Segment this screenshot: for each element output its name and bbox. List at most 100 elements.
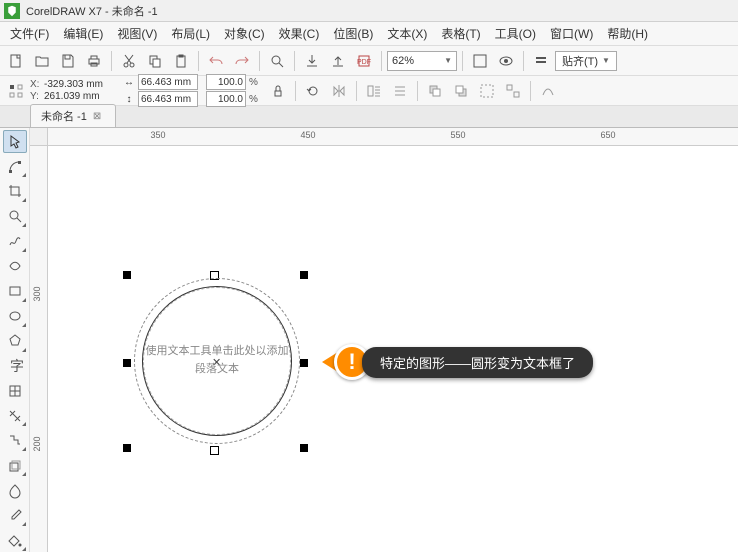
selection-handle[interactable] xyxy=(123,271,131,279)
cut-button[interactable] xyxy=(117,49,141,73)
shape-tool[interactable] xyxy=(3,155,27,178)
app-logo-icon xyxy=(4,3,20,19)
ellipse-tool[interactable] xyxy=(3,305,27,328)
menu-layout[interactable]: 布局(L) xyxy=(165,22,216,45)
fill-tool[interactable] xyxy=(3,529,27,552)
ruler-origin[interactable] xyxy=(30,128,48,146)
selection-handle[interactable] xyxy=(300,271,308,279)
undo-button[interactable] xyxy=(204,49,228,73)
import-button[interactable] xyxy=(300,49,324,73)
effects-tool[interactable] xyxy=(3,454,27,477)
menu-tools[interactable]: 工具(O) xyxy=(489,22,542,45)
search-button[interactable] xyxy=(265,49,289,73)
save-button[interactable] xyxy=(56,49,80,73)
transparency-tool[interactable] xyxy=(3,479,27,502)
callout-annotation: ! 特定的图形——圆形变为文本框了 xyxy=(322,344,593,380)
selection-handle[interactable] xyxy=(300,359,308,367)
selection-handle[interactable] xyxy=(300,444,308,452)
scale-group: 100.0% 100.0% xyxy=(206,74,258,107)
preview-button[interactable] xyxy=(494,49,518,73)
scale-x-value[interactable]: 100.0 xyxy=(206,74,246,90)
zoom-level-combo[interactable]: 62% ▼ xyxy=(387,51,457,71)
menu-effects[interactable]: 效果(C) xyxy=(273,22,326,45)
options-button[interactable] xyxy=(529,49,553,73)
zoom-tool[interactable] xyxy=(3,205,27,228)
print-button[interactable] xyxy=(82,49,106,73)
artistic-media-tool[interactable] xyxy=(3,255,27,278)
freehand-tool[interactable] xyxy=(3,230,27,253)
vertical-ruler[interactable]: 300 200 xyxy=(30,146,48,552)
workspace: 字 350 450 550 650 10 300 200 ⊢ xyxy=(0,128,738,552)
selection-handle[interactable] xyxy=(123,444,131,452)
order-back-button[interactable] xyxy=(449,79,473,103)
redo-button[interactable] xyxy=(230,49,254,73)
ellipse-object[interactable]: 使用文本工具单击此处以添加 段落文本 xyxy=(142,286,292,436)
position-group: X:-329.303 mm Y:261.039 mm xyxy=(30,79,114,102)
menu-help[interactable]: 帮助(H) xyxy=(601,22,654,45)
fullscreen-button[interactable] xyxy=(468,49,492,73)
y-value[interactable]: 261.039 mm xyxy=(44,91,114,102)
height-value[interactable]: 66.463 mm xyxy=(138,91,198,107)
snap-combo[interactable]: 贴齐(T) ▼ xyxy=(555,51,617,71)
menu-file[interactable]: 文件(F) xyxy=(4,22,55,45)
text-tool[interactable]: 字 xyxy=(3,355,27,378)
separator xyxy=(259,51,260,71)
lock-ratio-button[interactable] xyxy=(266,79,290,103)
rectangle-tool[interactable] xyxy=(3,280,27,303)
publish-button[interactable]: PDF xyxy=(352,49,376,73)
table-tool[interactable] xyxy=(3,379,27,402)
menu-table[interactable]: 表格(T) xyxy=(435,22,486,45)
document-tab[interactable]: 未命名 -1 ⊠ xyxy=(30,104,116,127)
percent-label: % xyxy=(249,77,258,88)
selection-handle[interactable] xyxy=(210,271,219,280)
chevron-down-icon: ▼ xyxy=(602,56,610,65)
object-origin-button[interactable] xyxy=(4,79,28,103)
convert-curves-button[interactable] xyxy=(536,79,560,103)
menu-object[interactable]: 对象(C) xyxy=(218,22,271,45)
canvas-area: 350 450 550 650 10 300 200 ⊢ ✕ 使用文本 xyxy=(30,128,738,552)
placeholder-line2: 段落文本 xyxy=(144,361,290,379)
separator xyxy=(111,51,112,71)
menu-view[interactable]: 视图(V) xyxy=(111,22,163,45)
width-value[interactable]: 66.463 mm xyxy=(138,74,198,90)
separator xyxy=(417,81,418,101)
standard-toolbar: PDF 62% ▼ 贴齐(T) ▼ xyxy=(0,46,738,76)
polygon-tool[interactable] xyxy=(3,330,27,353)
ruler-tick: 550 xyxy=(450,130,465,140)
selection-handle[interactable] xyxy=(210,446,219,455)
x-value[interactable]: -329.303 mm xyxy=(44,79,114,90)
new-button[interactable] xyxy=(4,49,28,73)
horizontal-ruler[interactable]: 350 450 550 650 10 xyxy=(48,128,738,146)
dimension-tool[interactable] xyxy=(3,404,27,427)
chevron-down-icon: ▼ xyxy=(444,56,452,65)
ruler-tick: 200 xyxy=(32,436,42,451)
menu-window[interactable]: 窗口(W) xyxy=(544,22,599,45)
scale-y-value[interactable]: 100.0 xyxy=(206,91,246,107)
order-front-button[interactable] xyxy=(423,79,447,103)
ruler-tick: 300 xyxy=(32,286,42,301)
pick-tool[interactable] xyxy=(3,130,27,153)
crop-tool[interactable] xyxy=(3,180,27,203)
canvas[interactable]: ⊢ ✕ 使用文本工具单击此处以添加 段落文本 ! 特定的图形——圆形变为文本框了 xyxy=(48,146,738,552)
open-button[interactable] xyxy=(30,49,54,73)
separator xyxy=(356,81,357,101)
wrap-text-button[interactable] xyxy=(362,79,386,103)
export-button[interactable] xyxy=(326,49,350,73)
group-button[interactable] xyxy=(475,79,499,103)
rotate-button[interactable] xyxy=(301,79,325,103)
eyedropper-tool[interactable] xyxy=(3,504,27,527)
close-icon[interactable]: ⊠ xyxy=(93,111,101,122)
mirror-h-button[interactable] xyxy=(327,79,351,103)
connector-tool[interactable] xyxy=(3,429,27,452)
ungroup-button[interactable] xyxy=(501,79,525,103)
menu-bar: 文件(F) 编辑(E) 视图(V) 布局(L) 对象(C) 效果(C) 位图(B… xyxy=(0,22,738,46)
copy-button[interactable] xyxy=(143,49,167,73)
menu-text[interactable]: 文本(X) xyxy=(381,22,433,45)
paragraph-text-frame[interactable]: 使用文本工具单击此处以添加 段落文本 xyxy=(143,287,291,435)
paste-button[interactable] xyxy=(169,49,193,73)
separator xyxy=(462,51,463,71)
menu-bitmap[interactable]: 位图(B) xyxy=(327,22,379,45)
menu-edit[interactable]: 编辑(E) xyxy=(57,22,109,45)
selection-handle[interactable] xyxy=(123,359,131,367)
align-button[interactable] xyxy=(388,79,412,103)
